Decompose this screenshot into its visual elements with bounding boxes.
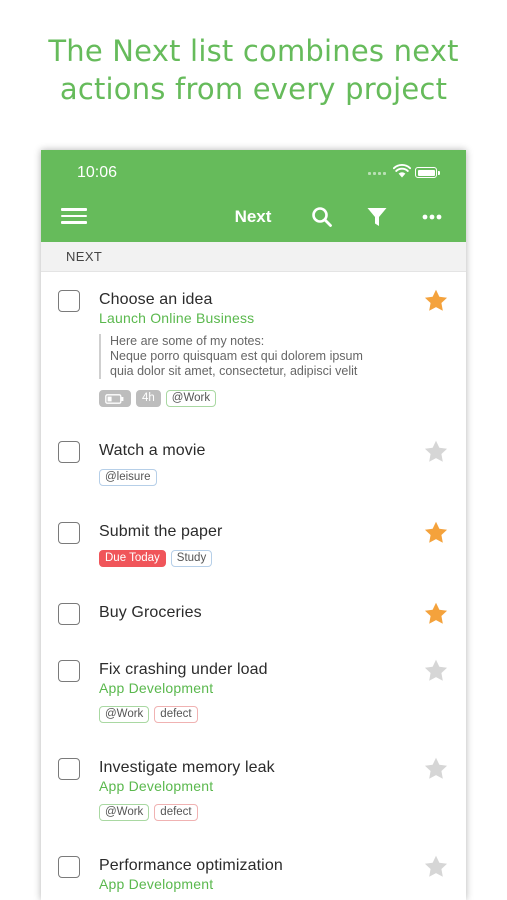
task-tags: 4h @Work	[99, 390, 217, 407]
project-tag[interactable]: Study	[170, 550, 213, 567]
task-title: Watch a movie	[99, 442, 206, 459]
battery-status-icon	[415, 167, 440, 178]
screen-title: Next	[234, 207, 272, 226]
star-filled-icon[interactable]	[423, 288, 449, 314]
task-checkbox[interactable]	[58, 290, 80, 312]
task-notes-line: Neque porro quisquam est qui dolorem ips…	[110, 349, 363, 363]
task-notes-line: Here are some of my notes:	[110, 334, 265, 348]
app-bar: 10:06 Next	[41, 150, 466, 242]
task-checkbox[interactable]	[58, 441, 80, 463]
promo-headline-line-1: The Next list combines next	[48, 34, 459, 68]
context-tag[interactable]: @Work	[99, 706, 150, 723]
cellular-signal-icon	[368, 172, 388, 175]
task-checkbox[interactable]	[58, 758, 80, 780]
task-checkbox[interactable]	[58, 660, 80, 682]
section-header: NEXT	[41, 242, 466, 272]
context-tag[interactable]: @Work	[99, 804, 150, 821]
task-title: Fix crashing under load	[99, 661, 268, 678]
more-icon[interactable]	[421, 206, 443, 228]
task-title: Investigate memory leak	[99, 759, 275, 776]
context-tag[interactable]: @Work	[165, 390, 217, 407]
label-tag[interactable]: defect	[154, 706, 198, 723]
battery-icon	[105, 393, 124, 404]
label-tag[interactable]: defect	[154, 804, 198, 821]
star-outline-icon[interactable]	[423, 439, 449, 465]
star-outline-icon[interactable]	[423, 658, 449, 684]
task-tags: @Work defect	[99, 706, 198, 723]
task-tags: @Work defect	[99, 804, 198, 821]
task-checkbox[interactable]	[58, 603, 80, 625]
task-notes-line: quia dolor sit amet, consectetur, adipis…	[110, 364, 358, 378]
task-checkbox[interactable]	[58, 522, 80, 544]
task-project: App Development	[99, 680, 214, 696]
task-project: App Development	[99, 876, 214, 892]
task-title: Choose an idea	[99, 291, 213, 308]
task-project: Launch Online Business	[99, 310, 255, 326]
phone-screen: 10:06 Next NEXT Choose an idea Launch On…	[41, 150, 466, 900]
section-label: NEXT	[66, 249, 103, 264]
due-date-badge[interactable]: Due Today	[99, 550, 166, 567]
context-tag[interactable]: @leisure	[99, 469, 157, 486]
star-filled-icon[interactable]	[423, 520, 449, 546]
star-filled-icon[interactable]	[423, 601, 449, 627]
status-time: 10:06	[77, 164, 118, 181]
task-title: Performance optimization	[99, 857, 283, 874]
search-icon[interactable]	[311, 206, 333, 228]
task-tags: @leisure	[99, 469, 157, 486]
task-title: Submit the paper	[99, 523, 223, 540]
task-title: Buy Groceries	[99, 604, 202, 621]
task-tags: Due Today Study	[99, 550, 213, 567]
promo-headline-line-2: actions from every project	[59, 72, 448, 106]
energy-tag[interactable]	[99, 390, 131, 407]
filter-icon[interactable]	[366, 206, 388, 228]
star-outline-icon[interactable]	[423, 854, 449, 880]
star-outline-icon[interactable]	[423, 756, 449, 782]
task-checkbox[interactable]	[58, 856, 80, 878]
promo-headline: The Next list combines next actions from…	[0, 32, 507, 108]
time-estimate-tag[interactable]: 4h	[136, 390, 161, 407]
task-notes: Here are some of my notes: Neque porro q…	[99, 334, 363, 379]
menu-button[interactable]	[61, 208, 87, 224]
task-project: App Development	[99, 778, 214, 794]
wifi-icon	[393, 164, 411, 178]
